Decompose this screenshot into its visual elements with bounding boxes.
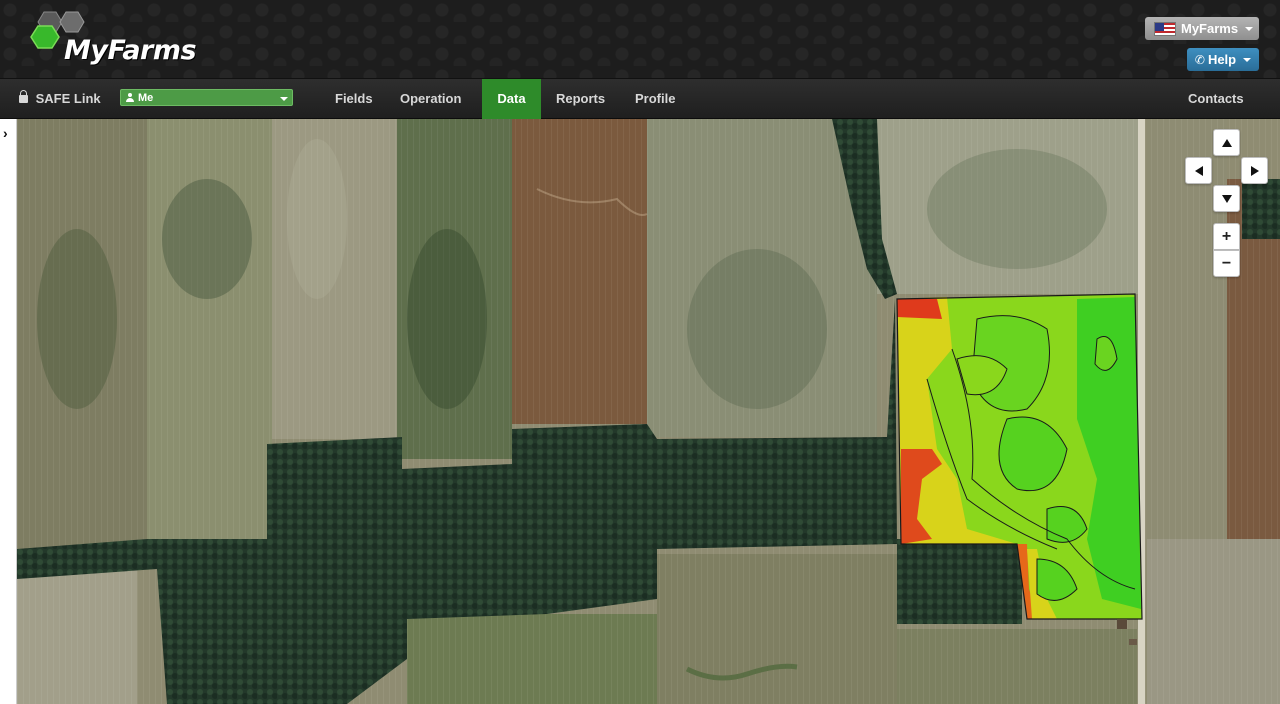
pan-down-button[interactable] [1213, 185, 1240, 212]
us-flag-icon [1154, 21, 1176, 36]
myfarms-logo[interactable]: MyFarms [30, 10, 230, 68]
farm-selector-dropdown[interactable]: MyFarms [1145, 17, 1259, 40]
app-header: MyFarms MyFarms ✆ Help [0, 0, 1280, 79]
arrow-up-icon [1221, 138, 1232, 147]
nav-item-contacts[interactable]: Contacts [1188, 79, 1244, 119]
safe-link-label: SAFE Link [35, 91, 101, 106]
phone-icon: ✆ [1194, 52, 1205, 67]
brand-name: MyFarms [64, 35, 197, 66]
map-imagery[interactable] [17, 119, 1280, 704]
main-nav: SAFE Link Me Fields Operation Data Repor… [0, 79, 1280, 119]
arrow-left-icon [1194, 165, 1203, 176]
pan-up-button[interactable] [1213, 129, 1240, 156]
zoom-out-button[interactable]: − [1213, 250, 1240, 277]
side-panel-toggle-strip[interactable]: › [0, 119, 17, 704]
nav-item-operation[interactable]: Operation [400, 79, 461, 119]
satellite-map[interactable]: + − [17, 119, 1280, 704]
chevron-down-icon [280, 97, 288, 101]
plus-icon: + [1221, 227, 1232, 245]
minus-icon: − [1221, 254, 1232, 272]
chevron-down-icon [1245, 26, 1254, 31]
user-icon [126, 93, 134, 102]
chevron-right-icon[interactable]: › [3, 126, 13, 140]
pan-right-button[interactable] [1241, 157, 1268, 184]
user-selector-label: Me [138, 91, 154, 104]
farm-selector-label: MyFarms [1181, 21, 1239, 36]
help-button[interactable]: ✆ Help [1187, 48, 1259, 71]
help-label: Help [1207, 52, 1237, 67]
nav-item-data[interactable]: Data [482, 79, 541, 119]
user-selector-dropdown[interactable]: Me [120, 89, 293, 106]
arrow-down-icon [1221, 194, 1232, 203]
zoom-in-button[interactable]: + [1213, 223, 1240, 250]
nav-item-profile[interactable]: Profile [635, 79, 675, 119]
pan-left-button[interactable] [1185, 157, 1212, 184]
safe-link-button[interactable]: SAFE Link [19, 79, 101, 119]
nav-item-reports[interactable]: Reports [556, 79, 605, 119]
nav-item-fields[interactable]: Fields [335, 79, 373, 119]
arrow-right-icon [1250, 165, 1259, 176]
lock-icon [19, 90, 28, 103]
chevron-down-icon [1243, 57, 1252, 62]
